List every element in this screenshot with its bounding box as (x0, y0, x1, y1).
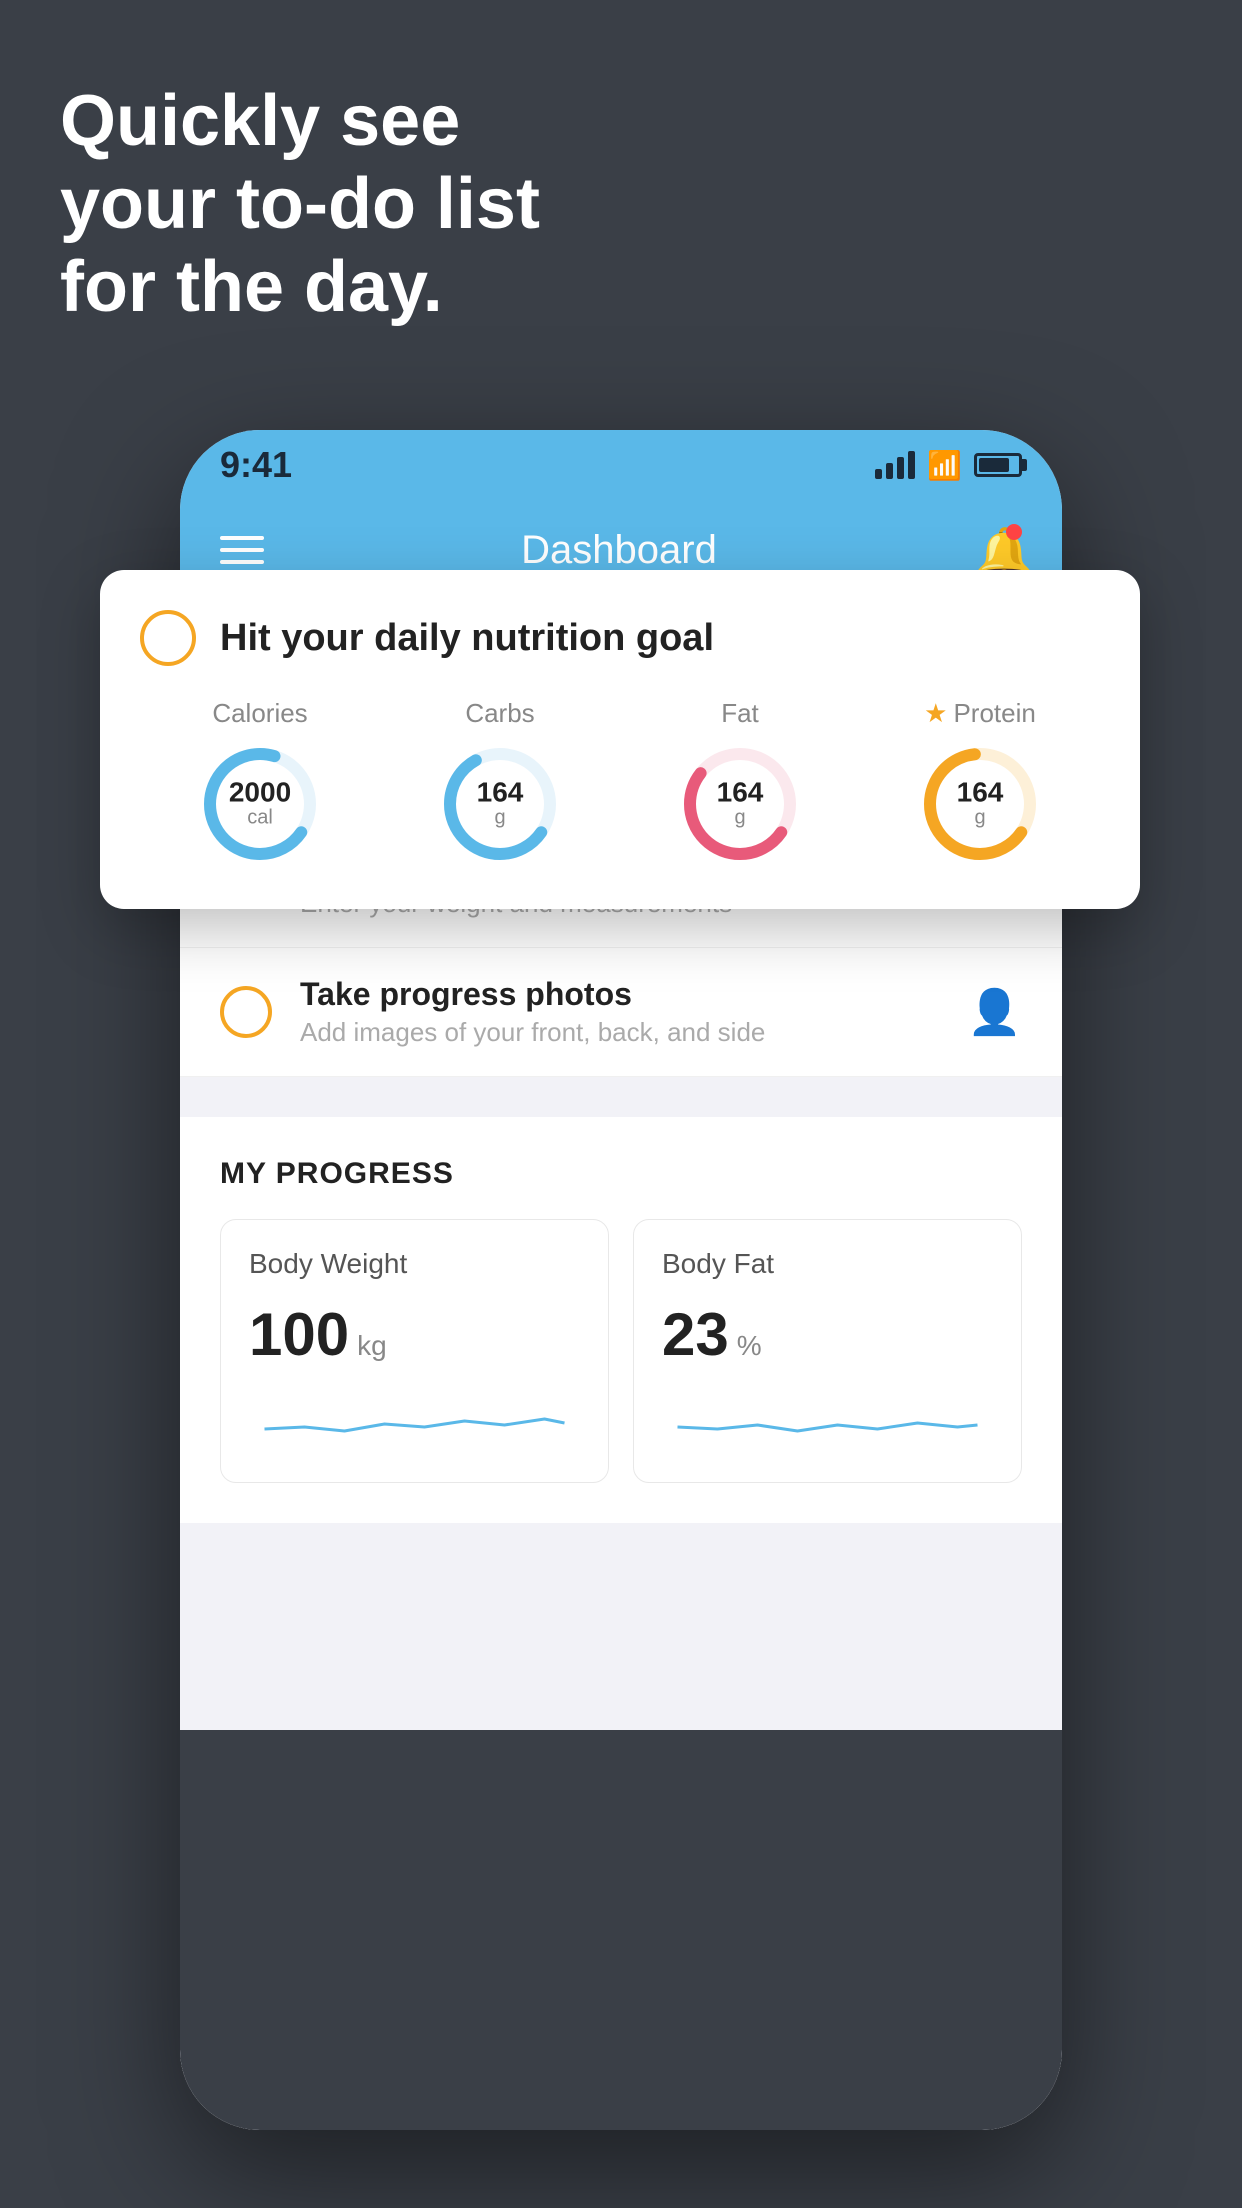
nutrition-card-header: Hit your daily nutrition goal (140, 610, 1100, 666)
body-fat-card[interactable]: Body Fat 23 % (633, 1219, 1022, 1483)
nutrition-card-title: Hit your daily nutrition goal (220, 617, 714, 660)
nutrition-card: Hit your daily nutrition goal Calories 2… (100, 570, 1140, 909)
calories-unit: cal (229, 807, 291, 830)
body-weight-value: 100 (249, 1300, 349, 1369)
protein-value: 164 (957, 779, 1004, 807)
photos-text: Take progress photos Add images of your … (300, 976, 939, 1048)
protein-donut: 164 g (915, 739, 1045, 869)
body-weight-card[interactable]: Body Weight 100 kg (220, 1219, 609, 1483)
notifications-button[interactable]: 🔔 (974, 524, 1022, 576)
nutrition-checkbox[interactable] (140, 610, 196, 666)
body-weight-unit: kg (357, 1330, 387, 1362)
menu-button[interactable] (220, 536, 264, 564)
body-fat-value: 23 (662, 1300, 729, 1369)
body-fat-label: Body Fat (662, 1248, 993, 1280)
fat-unit: g (717, 807, 764, 830)
carbs-value: 164 (477, 779, 524, 807)
macros-row: Calories 2000 cal Carbs (140, 698, 1100, 869)
battery-icon (974, 453, 1022, 477)
body-weight-value-row: 100 kg (249, 1300, 580, 1369)
carbs-unit: g (477, 807, 524, 830)
calories-value: 2000 (229, 779, 291, 807)
person-icon: 👤 (967, 986, 1022, 1038)
photos-title: Take progress photos (300, 976, 939, 1013)
body-fat-unit: % (737, 1330, 762, 1362)
protein-label: ★ Protein (924, 698, 1036, 729)
photos-subtitle: Add images of your front, back, and side (300, 1017, 939, 1048)
signal-icon (875, 451, 915, 479)
fat-label: Fat (721, 698, 759, 729)
status-time: 9:41 (220, 444, 292, 486)
progress-header: MY PROGRESS (220, 1157, 1022, 1191)
carbs-macro: Carbs 164 g (435, 698, 565, 869)
fat-donut: 164 g (675, 739, 805, 869)
protein-unit: g (957, 807, 1004, 830)
wifi-icon: 📶 (927, 449, 962, 482)
dark-bg-bottom (180, 1730, 1062, 2130)
calories-donut: 2000 cal (195, 739, 325, 869)
calories-label: Calories (212, 698, 307, 729)
header-title: Dashboard (521, 528, 717, 573)
photos-checkbox[interactable] (220, 986, 272, 1038)
hero-text: Quickly see your to-do list for the day. (60, 80, 540, 328)
todo-item-photos[interactable]: Take progress photos Add images of your … (180, 948, 1062, 1077)
fat-value: 164 (717, 779, 764, 807)
body-fat-chart (662, 1389, 993, 1449)
calories-macro: Calories 2000 cal (195, 698, 325, 869)
protein-macro: ★ Protein 164 g (915, 698, 1045, 869)
body-weight-label: Body Weight (249, 1248, 580, 1280)
fat-macro: Fat 164 g (675, 698, 805, 869)
progress-section: MY PROGRESS Body Weight 100 kg Body Fat (180, 1117, 1062, 1523)
progress-cards: Body Weight 100 kg Body Fat 23 % (220, 1219, 1022, 1483)
status-icons: 📶 (875, 449, 1022, 482)
carbs-label: Carbs (465, 698, 534, 729)
carbs-donut: 164 g (435, 739, 565, 869)
body-fat-value-row: 23 % (662, 1300, 993, 1369)
status-bar: 9:41 📶 (180, 430, 1062, 500)
body-weight-chart (249, 1389, 580, 1449)
protein-star-icon: ★ (924, 698, 947, 729)
